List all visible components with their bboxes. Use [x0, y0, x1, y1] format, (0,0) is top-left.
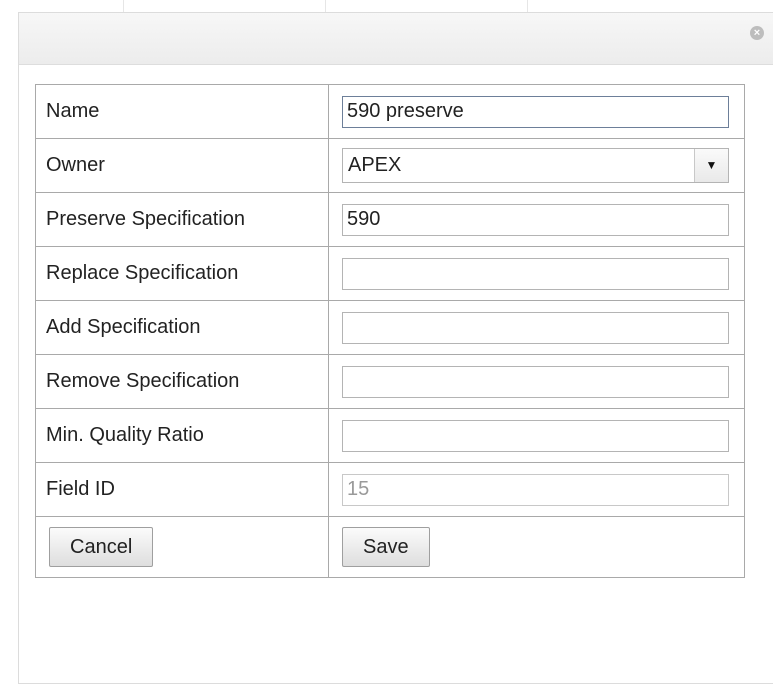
save-cell: Save: [328, 516, 745, 578]
form-table: Name Owner APEX ▼ Preserve Specification…: [35, 84, 745, 578]
owner-select[interactable]: APEX ▼: [342, 148, 729, 183]
replace-spec-label: Replace Specification: [35, 246, 329, 301]
form-row-name: Name: [35, 84, 745, 139]
preserve-spec-input[interactable]: [342, 203, 729, 236]
form-actions-row: Cancel Save: [35, 516, 745, 578]
add-spec-input[interactable]: [342, 311, 729, 344]
grid-line: [527, 0, 528, 12]
cancel-cell: Cancel: [35, 516, 329, 578]
form-row-field-id: Field ID: [35, 462, 745, 517]
owner-selected-value: APEX: [348, 154, 402, 176]
remove-spec-input[interactable]: [342, 365, 729, 398]
name-cell: [328, 84, 745, 139]
save-button[interactable]: Save: [342, 527, 430, 567]
name-label: Name: [35, 84, 329, 139]
form-row-owner: Owner APEX ▼: [35, 138, 745, 193]
cancel-button[interactable]: Cancel: [49, 527, 154, 567]
form-row-replace-spec: Replace Specification: [35, 246, 745, 301]
dialog-titlebar: ×: [19, 13, 773, 65]
grid-line: [123, 0, 124, 12]
remove-spec-cell: [328, 354, 745, 409]
form-row-min-quality: Min. Quality Ratio: [35, 408, 745, 463]
form-row-add-spec: Add Specification: [35, 300, 745, 355]
replace-spec-cell: [328, 246, 745, 301]
min-quality-input[interactable]: [342, 419, 729, 452]
field-id-cell: [328, 462, 745, 517]
owner-label: Owner: [35, 138, 329, 193]
name-input[interactable]: [342, 95, 729, 128]
background-grid: [0, 0, 773, 12]
remove-spec-label: Remove Specification: [35, 354, 329, 409]
form-row-preserve-spec: Preserve Specification: [35, 192, 745, 247]
preserve-spec-label: Preserve Specification: [35, 192, 329, 247]
min-quality-label: Min. Quality Ratio: [35, 408, 329, 463]
min-quality-cell: [328, 408, 745, 463]
grid-line: [325, 0, 326, 12]
form-row-remove-spec: Remove Specification: [35, 354, 745, 409]
chevron-down-icon[interactable]: ▼: [694, 149, 728, 182]
preserve-spec-cell: [328, 192, 745, 247]
field-id-label: Field ID: [35, 462, 329, 517]
close-icon[interactable]: ×: [750, 26, 764, 40]
field-id-input: [342, 473, 729, 506]
owner-cell: APEX ▼: [328, 138, 745, 193]
add-spec-label: Add Specification: [35, 300, 329, 355]
replace-spec-input[interactable]: [342, 257, 729, 290]
add-spec-cell: [328, 300, 745, 355]
